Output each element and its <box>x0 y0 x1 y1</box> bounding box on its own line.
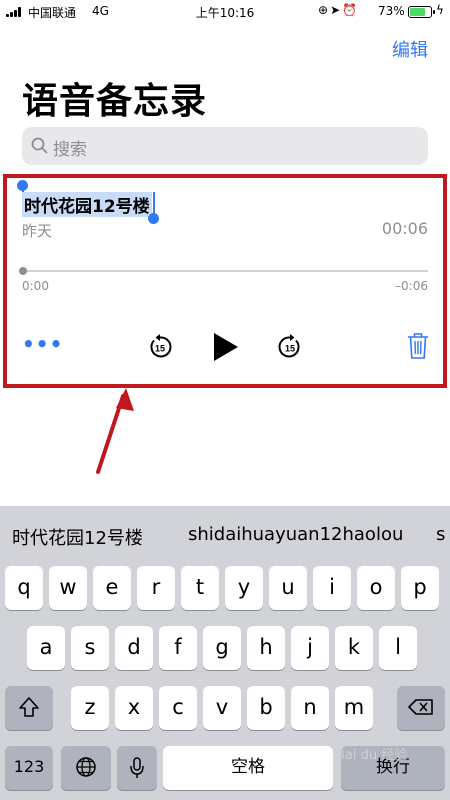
key-u[interactable]: u <box>269 566 307 610</box>
space-key[interactable]: 空格 <box>163 746 333 790</box>
key-s[interactable]: s <box>71 626 109 670</box>
search-bar[interactable]: 搜索 <box>22 127 428 165</box>
key-v[interactable]: v <box>203 686 241 730</box>
key-k[interactable]: k <box>335 626 373 670</box>
key-h[interactable]: h <box>247 626 285 670</box>
key-d[interactable]: d <box>115 626 153 670</box>
alarm-icon: ⏰ <box>342 3 360 17</box>
highlight-frame <box>3 174 447 388</box>
microphone-icon <box>130 757 144 778</box>
globe-icon <box>76 757 96 777</box>
key-j[interactable]: j <box>291 626 329 670</box>
key-t[interactable]: t <box>181 566 219 610</box>
battery-percent: 73% <box>378 4 405 18</box>
key-p[interactable]: p <box>401 566 439 610</box>
key-w[interactable]: w <box>49 566 87 610</box>
candidate-1[interactable]: 时代花园12号楼 <box>12 524 143 550</box>
status-icons: ⊕➤⏰ <box>318 3 359 17</box>
key-r[interactable]: r <box>137 566 175 610</box>
numbers-key[interactable]: 123 <box>5 746 53 790</box>
key-e[interactable]: e <box>93 566 131 610</box>
globe-key[interactable] <box>61 746 111 790</box>
backspace-icon <box>408 699 433 715</box>
edit-button[interactable]: 编辑 <box>392 36 428 62</box>
location-icon: ➤ <box>330 3 343 17</box>
candidate-3[interactable]: s <box>436 524 445 545</box>
charging-icon: ϟ <box>436 3 444 17</box>
search-icon <box>31 137 48 154</box>
key-f[interactable]: f <box>159 626 197 670</box>
status-bar: 中国联通 4G 上午10:16 ⊕➤⏰ 73% ϟ <box>0 0 450 24</box>
key-o[interactable]: o <box>357 566 395 610</box>
key-b[interactable]: b <box>247 686 285 730</box>
key-q[interactable]: q <box>5 566 43 610</box>
key-a[interactable]: a <box>27 626 65 670</box>
page-title: 语音备忘录 <box>22 81 208 122</box>
rotation-lock-icon: ⊕ <box>318 3 331 17</box>
key-l[interactable]: l <box>379 626 417 670</box>
key-x[interactable]: x <box>115 686 153 730</box>
candidate-2[interactable]: shidaihuayuan12haolou <box>188 524 403 545</box>
search-placeholder: 搜索 <box>53 140 87 160</box>
shift-key[interactable] <box>5 686 53 730</box>
delete-key[interactable] <box>397 686 445 730</box>
key-m[interactable]: m <box>335 686 373 730</box>
shift-icon <box>19 697 39 717</box>
key-c[interactable]: c <box>159 686 197 730</box>
key-y[interactable]: y <box>225 566 263 610</box>
key-g[interactable]: g <box>203 626 241 670</box>
key-z[interactable]: z <box>71 686 109 730</box>
watermark-text: Bai du 经验 <box>336 748 408 763</box>
battery-icon <box>408 6 435 18</box>
candidate-bar: 时代花园12号楼 shidaihuayuan12haolou s <box>0 506 450 562</box>
key-n[interactable]: n <box>291 686 329 730</box>
key-i[interactable]: i <box>313 566 351 610</box>
dictation-key[interactable] <box>117 746 157 790</box>
